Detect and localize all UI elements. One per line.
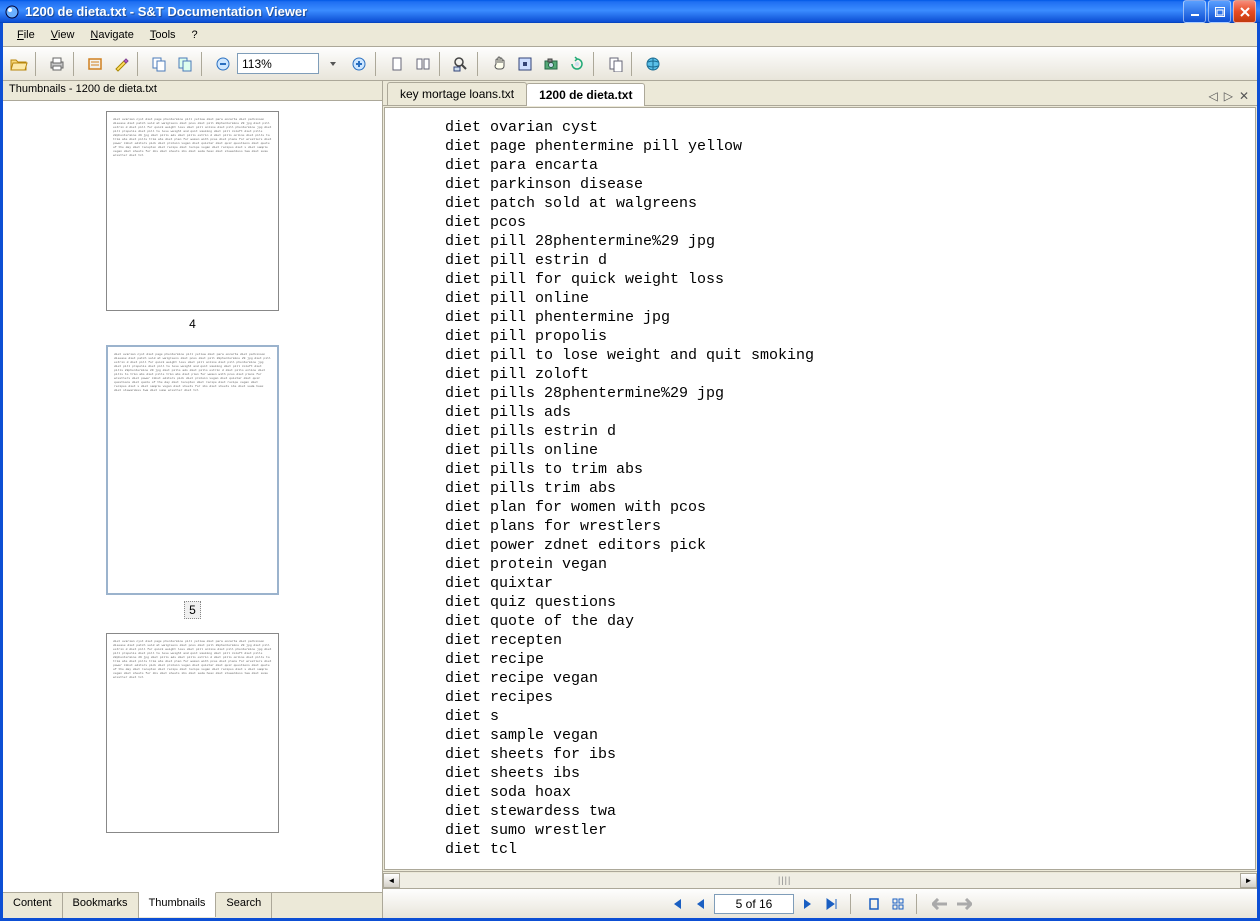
menubar: File View Navigate Tools ? (3, 23, 1257, 47)
maximize-button[interactable] (1208, 0, 1231, 23)
document-view[interactable]: diet ovarian cyst diet page phentermine … (384, 107, 1256, 870)
prev-page-button[interactable] (690, 894, 710, 914)
menu-file[interactable]: File (9, 27, 43, 43)
zoom-input[interactable] (237, 53, 319, 74)
sidebar-tab-search[interactable]: Search (216, 893, 272, 918)
hand-tool-button[interactable] (487, 52, 511, 76)
next-page-button[interactable] (798, 894, 818, 914)
highlight-button[interactable] (83, 52, 107, 76)
zoom-out-button[interactable] (211, 52, 235, 76)
tab-next-icon[interactable]: ▷ (1224, 89, 1233, 103)
page-navigation: 5 of 16 (383, 888, 1257, 918)
select-tool-button[interactable] (513, 52, 537, 76)
page-status[interactable]: 5 of 16 (714, 894, 794, 914)
document-tabs: key mortage loans.txt 1200 de dieta.txt … (383, 81, 1257, 106)
thumbnail-page-5[interactable]: diet ovarian cyst diet page phentermine … (106, 345, 279, 595)
document-tab-2[interactable]: 1200 de dieta.txt (526, 83, 645, 106)
snapshot-button[interactable] (539, 52, 563, 76)
copy-button[interactable] (147, 52, 171, 76)
menu-navigate[interactable]: Navigate (82, 27, 141, 43)
sidebar: Thumbnails - 1200 de dieta.txt diet ovar… (3, 81, 383, 918)
document-tab-1[interactable]: key mortage loans.txt (387, 82, 527, 105)
facing-pages-button[interactable] (411, 52, 435, 76)
sidebar-tab-bookmarks[interactable]: Bookmarks (63, 893, 139, 918)
toolbar (3, 47, 1257, 81)
grid-view-button[interactable] (888, 894, 908, 914)
sidebar-title: Thumbnails - 1200 de dieta.txt (3, 81, 382, 101)
web-button[interactable] (641, 52, 665, 76)
thumbnail-page-4[interactable]: diet ovarian cyst diet page phentermine … (106, 111, 279, 311)
scroll-right-icon[interactable]: ► (1240, 873, 1257, 888)
app-icon (4, 4, 20, 20)
tab-close-icon[interactable]: ✕ (1239, 89, 1249, 103)
zoom-dropdown-button[interactable] (321, 52, 345, 76)
thumbnail-label-4: 4 (189, 317, 196, 331)
clipboard-button[interactable] (603, 52, 627, 76)
forward-button[interactable] (954, 894, 974, 914)
sidebar-tab-thumbnails[interactable]: Thumbnails (139, 892, 217, 917)
thumbnail-label-5: 5 (184, 601, 201, 619)
find-button[interactable] (449, 52, 473, 76)
last-page-button[interactable] (822, 894, 842, 914)
single-view-button[interactable] (864, 894, 884, 914)
open-button[interactable] (7, 52, 31, 76)
thumbnails-panel[interactable]: diet ovarian cyst diet page phentermine … (3, 101, 382, 892)
tab-prev-icon[interactable]: ◁ (1208, 89, 1217, 103)
thumbnail-page-6[interactable]: diet ovarian cyst diet page phentermine … (106, 633, 279, 833)
rotate-button[interactable] (565, 52, 589, 76)
titlebar: 1200 de dieta.txt - S&T Documentation Vi… (0, 0, 1260, 23)
scroll-left-icon[interactable]: ◄ (383, 873, 400, 888)
sidebar-tab-content[interactable]: Content (3, 893, 63, 918)
horizontal-scrollbar[interactable]: ◄ |||| ► (383, 871, 1257, 888)
back-button[interactable] (930, 894, 950, 914)
first-page-button[interactable] (666, 894, 686, 914)
window-title: 1200 de dieta.txt - S&T Documentation Vi… (25, 4, 1183, 19)
zoom-in-button[interactable] (347, 52, 371, 76)
marker-button[interactable] (109, 52, 133, 76)
single-page-button[interactable] (385, 52, 409, 76)
print-button[interactable] (45, 52, 69, 76)
menu-tools[interactable]: Tools (142, 27, 184, 43)
menu-view[interactable]: View (43, 27, 83, 43)
minimize-button[interactable] (1183, 0, 1206, 23)
menu-help[interactable]: ? (184, 27, 206, 43)
content-area: key mortage loans.txt 1200 de dieta.txt … (383, 81, 1257, 918)
paste-button[interactable] (173, 52, 197, 76)
sidebar-tabs: Content Bookmarks Thumbnails Search (3, 892, 382, 918)
close-button[interactable] (1233, 0, 1256, 23)
document-text: diet ovarian cyst diet page phentermine … (445, 118, 1255, 859)
